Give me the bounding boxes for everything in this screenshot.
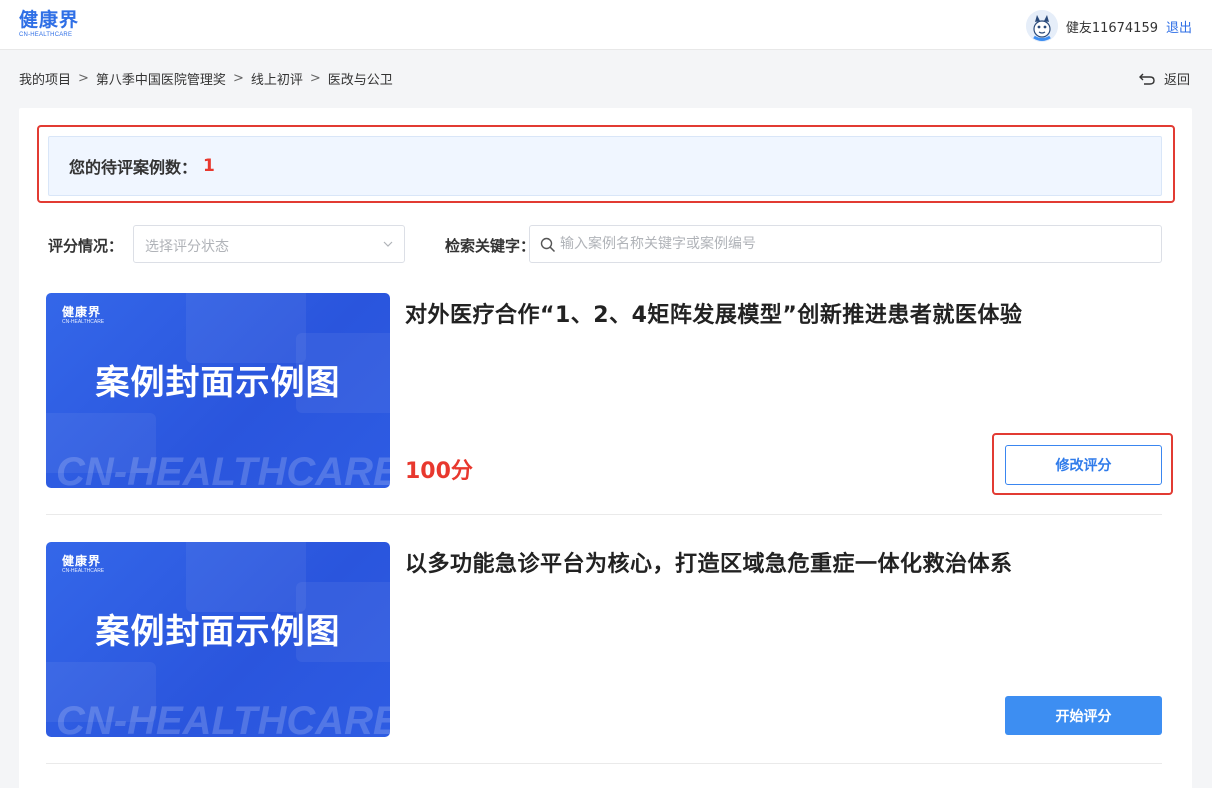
status-filter-label: 评分情况： xyxy=(48,237,124,255)
breadcrumb-item-my-projects[interactable]: 我的项目 xyxy=(19,69,71,88)
avatar[interactable] xyxy=(1025,10,1058,42)
cover-watermark: CN-HEALTHCARE xyxy=(56,699,390,737)
site-logo[interactable]: 健康界 CN-HEALTHCARE xyxy=(19,9,89,41)
chevron-down-icon xyxy=(383,241,393,247)
username: 健友11674159 xyxy=(1065,20,1158,36)
status-select-placeholder: 选择评分状态 xyxy=(145,239,229,255)
back-button[interactable]: 返回 xyxy=(1138,69,1190,88)
cover-watermark: CN-HEALTHCARE xyxy=(56,450,390,488)
case-item: 健康界 CN-HEALTHCARE 案例封面示例图 CN-HEALTHCARE … xyxy=(46,293,1173,515)
cover-title: 案例封面示例图 xyxy=(95,612,341,652)
breadcrumb-item-award[interactable]: 第八季中国医院管理奖 xyxy=(96,69,226,88)
breadcrumb: 我的项目 > 第八季中国医院管理奖 > 线上初评 > 医改与公卫 xyxy=(19,69,393,88)
annotation-highlight-box xyxy=(992,433,1173,495)
logo-text-en: CN-HEALTHCARE xyxy=(19,32,73,38)
back-label: 返回 xyxy=(1163,73,1190,88)
cover-decoration xyxy=(186,293,306,363)
search-icon xyxy=(540,237,556,253)
keyword-search-box xyxy=(529,225,1162,263)
logo-text-cn: 健康界 xyxy=(19,9,80,31)
breadcrumb-separator: > xyxy=(309,71,321,86)
cover-decoration xyxy=(186,542,306,612)
case-cover-image[interactable]: 健康界 CN-HEALTHCARE 案例封面示例图 CN-HEALTHCARE xyxy=(46,542,390,737)
breadcrumb-separator: > xyxy=(232,71,244,86)
case-title[interactable]: 以多功能急诊平台为核心，打造区域急危重症一体化救治体系 xyxy=(405,546,1145,578)
breadcrumb-separator: > xyxy=(78,71,89,86)
user-area: 健友11674159 退出 xyxy=(1025,10,1192,42)
cover-title: 案例封面示例图 xyxy=(95,363,341,403)
return-arrow-icon xyxy=(1138,73,1155,85)
cover-logo-en: CN-HEALTHCARE xyxy=(62,568,105,574)
keyword-search-input[interactable] xyxy=(560,227,1150,261)
breadcrumb-item-current: 医改与公卫 xyxy=(327,73,393,88)
logout-link[interactable]: 退出 xyxy=(1166,17,1192,36)
case-title[interactable]: 对外医疗合作“1、2、4矩阵发展模型”创新推进患者就医体验 xyxy=(405,297,1145,329)
cover-logo-en: CN-HEALTHCARE xyxy=(62,319,105,325)
case-cover-image[interactable]: 健康界 CN-HEALTHCARE 案例封面示例图 CN-HEALTHCARE xyxy=(46,293,390,488)
main-card: 您的待评案例数： 1 评分情况： 选择评分状态 检索关键字： 健康界 CN-HE… xyxy=(19,108,1192,788)
case-item: 健康界 CN-HEALTHCARE 案例封面示例图 CN-HEALTHCARE … xyxy=(46,542,1162,764)
status-select[interactable]: 选择评分状态 xyxy=(133,225,405,263)
top-bar: 健康界 CN-HEALTHCARE 健友11674159 退出 xyxy=(0,0,1212,50)
filter-row: 评分情况： 选择评分状态 检索关键字： xyxy=(48,225,1162,263)
annotation-highlight-box xyxy=(37,125,1175,203)
start-score-button[interactable]: 开始评分 xyxy=(1005,696,1162,735)
case-score: 100分 xyxy=(405,459,473,484)
cartoon-avatar-icon xyxy=(1025,10,1058,42)
keyword-filter-label: 检索关键字： xyxy=(445,237,536,255)
cover-logo-cn: 健康界 xyxy=(62,554,102,568)
breadcrumb-item-online-review[interactable]: 线上初评 xyxy=(251,69,303,88)
cover-logo-cn: 健康界 xyxy=(62,305,102,319)
